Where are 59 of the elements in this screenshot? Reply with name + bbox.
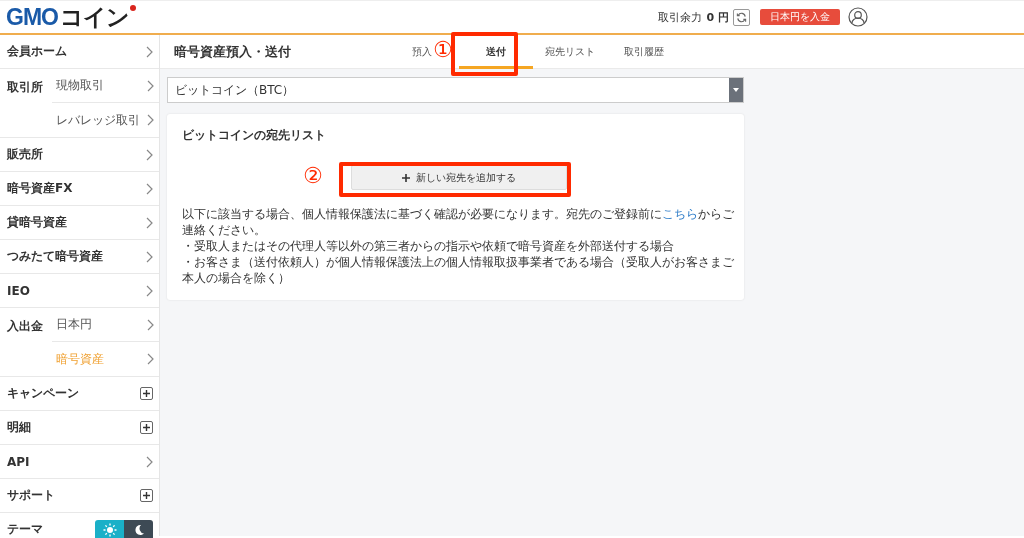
contact-link[interactable]: こちら [662, 207, 698, 221]
sidebar-section-label: 入出金 [6, 318, 44, 335]
annotation-box [451, 31, 518, 76]
balance-value: 0 円 [706, 9, 729, 25]
plus-icon [402, 173, 410, 182]
logo-dot-icon [129, 4, 136, 11]
user-icon[interactable] [848, 7, 868, 27]
balance-label: 取引余力 [657, 9, 702, 25]
sidebar-item[interactable]: IEO [7, 283, 146, 298]
sidebar-item[interactable]: キャンペーン [7, 385, 140, 402]
sidebar-subitem[interactable]: 日本円 [52, 308, 159, 342]
sidebar-item[interactable]: サポート [7, 487, 140, 504]
card-title: ビットコインの宛先リスト [182, 128, 327, 143]
chevron-icon [146, 45, 153, 58]
annotation-number: ① [433, 36, 453, 63]
logo-text: コイン [59, 2, 129, 32]
sidebar-subitem[interactable]: 現物取引 [52, 69, 159, 103]
chevron-icon [146, 455, 153, 468]
sidebar-subitem-label: 日本円 [55, 316, 93, 333]
moon-icon[interactable] [124, 519, 153, 538]
currency-select[interactable]: ビットコイン（BTC） [167, 77, 744, 103]
chevron-icon [146, 216, 153, 229]
tab[interactable]: 宛先リスト [533, 34, 607, 69]
sidebar-subitem-label: 暗号資産 [55, 350, 105, 368]
sidebar-subitem-label: 現物取引 [55, 77, 105, 94]
sidebar-section-label: 取引所 [6, 79, 44, 96]
chevron-icon [147, 114, 154, 126]
notice-text: 以下に該当する場合、個人情報保護法に基づく確認が必要になります。宛先のご登録前にこちらからご連絡ください。 [182, 206, 735, 238]
dropdown-caret-icon [733, 88, 739, 92]
sidebar-subitem[interactable]: レバレッジ取引 [52, 103, 159, 137]
sidebar-subitem-label: レバレッジ取引 [55, 111, 141, 129]
refresh-button[interactable] [733, 8, 750, 26]
sidebar-item[interactable]: つみたて暗号資産 [7, 248, 146, 265]
condition-text: ・お客さま（送付依頼人）が個人情報保護法上の個人情報取扱事業者である場合（受取人がお客さまご本人の場合を除く） [182, 254, 735, 286]
chevron-icon [146, 182, 153, 195]
expand-icon[interactable] [140, 387, 153, 400]
sidebar-item[interactable]: 会員ホーム [7, 43, 146, 60]
expand-icon[interactable] [140, 421, 153, 434]
page-title: 暗号資産預入・送付 [173, 42, 292, 61]
add-destination-button[interactable]: 新しい宛先を追加する [351, 165, 567, 190]
chevron-icon [146, 284, 153, 297]
sidebar-item[interactable]: API [7, 454, 146, 469]
logo-text: GMO [6, 3, 58, 31]
chevron-icon [147, 318, 154, 331]
condition-text: ・受取人またはその代理人等以外の第三者からの指示や依頼で暗号資産を外部送付する場合 [182, 238, 675, 254]
chevron-icon [147, 79, 154, 92]
chevron-icon [146, 148, 153, 161]
deposit-button[interactable]: 日本円を入金 [760, 9, 840, 25]
annotation-number: ② [303, 163, 323, 189]
sidebar-item: テーマ [7, 521, 44, 538]
sidebar-item[interactable]: 暗号資産FX [7, 180, 146, 197]
tab[interactable]: 取引履歴 [607, 34, 681, 69]
sidebar-item[interactable]: 貸暗号資産 [7, 214, 146, 231]
expand-icon[interactable] [140, 489, 153, 502]
chevron-icon [147, 353, 154, 365]
sidebar-item[interactable]: 明細 [7, 419, 140, 436]
chevron-icon [146, 250, 153, 263]
tab[interactable]: 送付 [459, 34, 533, 69]
sidebar-item[interactable]: 販売所 [7, 146, 146, 163]
